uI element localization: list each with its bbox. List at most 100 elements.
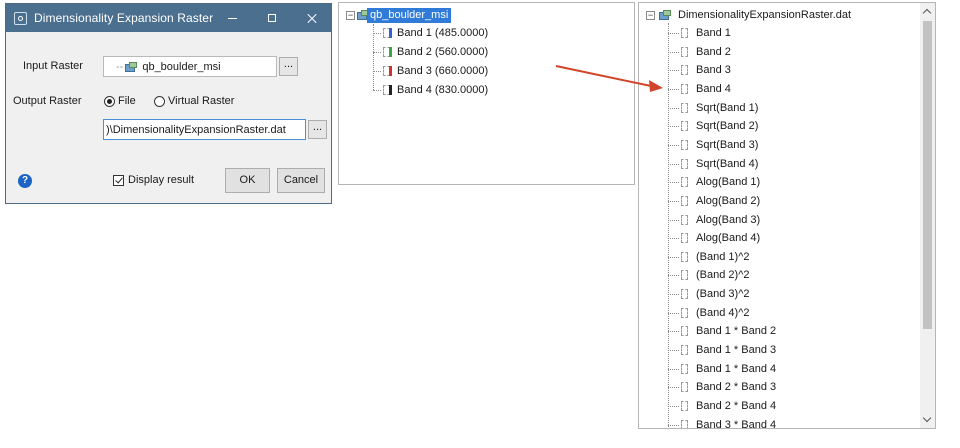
dialog-titlebar[interactable]: Dimensionality Expansion Raster [6, 4, 331, 32]
close-button[interactable] [296, 4, 328, 32]
result-band-item[interactable]: Alog(Band 2) [681, 193, 760, 209]
source-band-label: Band 4 (830.0000) [397, 84, 489, 96]
ok-button[interactable]: OK [225, 168, 270, 193]
vertical-scrollbar[interactable] [920, 3, 935, 428]
result-band-item[interactable]: Alog(Band 4) [681, 230, 760, 246]
result-band-label: Alog(Band 4) [696, 232, 761, 245]
band-icon [681, 345, 688, 356]
virtual-raster-label: Virtual Raster [168, 95, 235, 107]
file-radio[interactable] [104, 96, 115, 107]
source-root-node[interactable]: qb_boulder_msi [367, 7, 452, 23]
band-icon [681, 270, 688, 281]
source-band-item[interactable]: Band 4 (830.0000) [383, 82, 488, 98]
band-icon [681, 139, 688, 150]
output-path-value: )\DimensionalityExpansionRaster.dat [106, 123, 286, 136]
band-icon [681, 121, 688, 132]
dimensionality-expansion-dialog: Dimensionality Expansion Raster Input Ra… [5, 3, 332, 204]
result-band-label: (Band 3)^2 [696, 288, 750, 301]
source-band-item[interactable]: Band 1 (485.0000) [383, 25, 488, 41]
band-icon [681, 65, 688, 76]
input-browse-button[interactable]: ... [279, 57, 298, 76]
result-band-item[interactable]: Alog(Band 3) [681, 212, 760, 228]
display-result-label: Display result [128, 174, 195, 186]
band-icon [681, 28, 688, 38]
band-color-swatch [389, 66, 392, 76]
raster-icon [125, 61, 138, 72]
result-band-label: Sqrt(Band 2) [696, 120, 759, 133]
result-band-label: Alog(Band 2) [696, 194, 761, 207]
help-icon[interactable]: ? [18, 174, 32, 188]
result-band-item[interactable]: Band 2 [681, 44, 731, 60]
result-band-item[interactable]: Alog(Band 1) [681, 174, 760, 190]
virtual-raster-radio[interactable] [154, 96, 165, 107]
result-band-item[interactable]: Band 4 [681, 81, 731, 97]
result-band-label: Band 3 [696, 64, 731, 77]
source-band-item[interactable]: Band 3 (660.0000) [383, 63, 488, 79]
collapse-toggle[interactable]: − [346, 11, 355, 20]
scroll-down-icon[interactable] [922, 413, 932, 423]
band-icon [681, 363, 688, 374]
band-icon [681, 195, 688, 206]
input-raster-label: Input Raster [23, 60, 83, 72]
maximize-button[interactable] [256, 4, 288, 32]
result-band-item[interactable]: (Band 2)^2 [681, 267, 749, 283]
band-color-swatch [389, 85, 392, 95]
band-icon [383, 85, 392, 95]
result-band-item[interactable]: Band 2 * Band 3 [681, 379, 776, 395]
band-color-swatch [389, 47, 392, 57]
band-icon [383, 47, 392, 57]
result-band-item[interactable]: Band 1 * Band 3 [681, 342, 776, 358]
band-icon [681, 401, 688, 411]
band-icon [681, 419, 688, 428]
scroll-up-icon[interactable] [922, 8, 932, 18]
tree-dash: -- [116, 60, 124, 73]
source-band-label: Band 1 (485.0000) [397, 27, 489, 39]
file-radio-label: File [118, 95, 136, 107]
result-band-label: (Band 1)^2 [696, 250, 750, 263]
band-icon [681, 102, 688, 113]
cancel-button[interactable]: Cancel [277, 168, 325, 193]
result-tree-panel: − DimensionalityExpansionRaster.dat Band… [638, 2, 936, 429]
band-icon [681, 83, 688, 94]
result-band-item[interactable]: Sqrt(Band 1) [681, 100, 758, 116]
result-band-item[interactable]: Sqrt(Band 2) [681, 118, 758, 134]
result-band-item[interactable]: (Band 4)^2 [681, 305, 749, 321]
result-band-label: Band 1 * Band 2 [696, 325, 777, 338]
app-icon [14, 11, 27, 25]
result-band-label: (Band 2)^2 [696, 269, 750, 282]
source-band-item[interactable]: Band 2 (560.0000) [383, 44, 488, 60]
band-icon [681, 46, 688, 57]
band-icon [681, 158, 688, 169]
band-icon [681, 289, 688, 300]
result-band-label: Band 4 [696, 82, 731, 95]
output-path-field[interactable]: )\DimensionalityExpansionRaster.dat [103, 119, 306, 140]
result-band-item[interactable]: Band 2 * Band 4 [681, 398, 776, 414]
result-band-item[interactable]: (Band 3)^2 [681, 286, 749, 302]
input-raster-field[interactable]: -- qb_boulder_msi [103, 56, 277, 77]
result-band-item[interactable]: Band 3 * Band 4 [681, 417, 776, 428]
input-raster-value: qb_boulder_msi [142, 60, 221, 73]
result-band-label: Band 1 * Band 4 [696, 362, 777, 375]
result-root-node[interactable]: DimensionalityExpansionRaster.dat [678, 7, 851, 23]
result-band-label: Sqrt(Band 1) [696, 101, 759, 114]
result-band-item[interactable]: Band 1 * Band 4 [681, 361, 776, 377]
collapse-toggle[interactable]: − [646, 11, 655, 20]
minimize-button[interactable] [216, 4, 248, 32]
source-tree-panel: − qb_boulder_msi Band 1 (485.0000) Band 2… [338, 2, 635, 185]
band-icon [681, 251, 688, 262]
result-band-item[interactable]: Sqrt(Band 3) [681, 137, 758, 153]
scroll-thumb[interactable] [923, 21, 932, 329]
band-icon [383, 28, 392, 38]
display-result-checkbox[interactable] [113, 175, 124, 186]
output-browse-button[interactable]: ... [308, 120, 327, 139]
result-band-item[interactable]: (Band 1)^2 [681, 249, 749, 265]
result-band-item[interactable]: Band 1 * Band 2 [681, 323, 776, 339]
result-root-label: DimensionalityExpansionRaster.dat [678, 9, 852, 21]
band-icon [681, 214, 688, 225]
result-band-item[interactable]: Band 1 [681, 25, 731, 41]
band-icon [681, 382, 688, 393]
result-band-item[interactable]: Band 3 [681, 62, 731, 78]
result-band-item[interactable]: Sqrt(Band 4) [681, 156, 758, 172]
result-band-label: Band 1 [696, 27, 731, 39]
output-raster-label: Output Raster [13, 95, 82, 107]
